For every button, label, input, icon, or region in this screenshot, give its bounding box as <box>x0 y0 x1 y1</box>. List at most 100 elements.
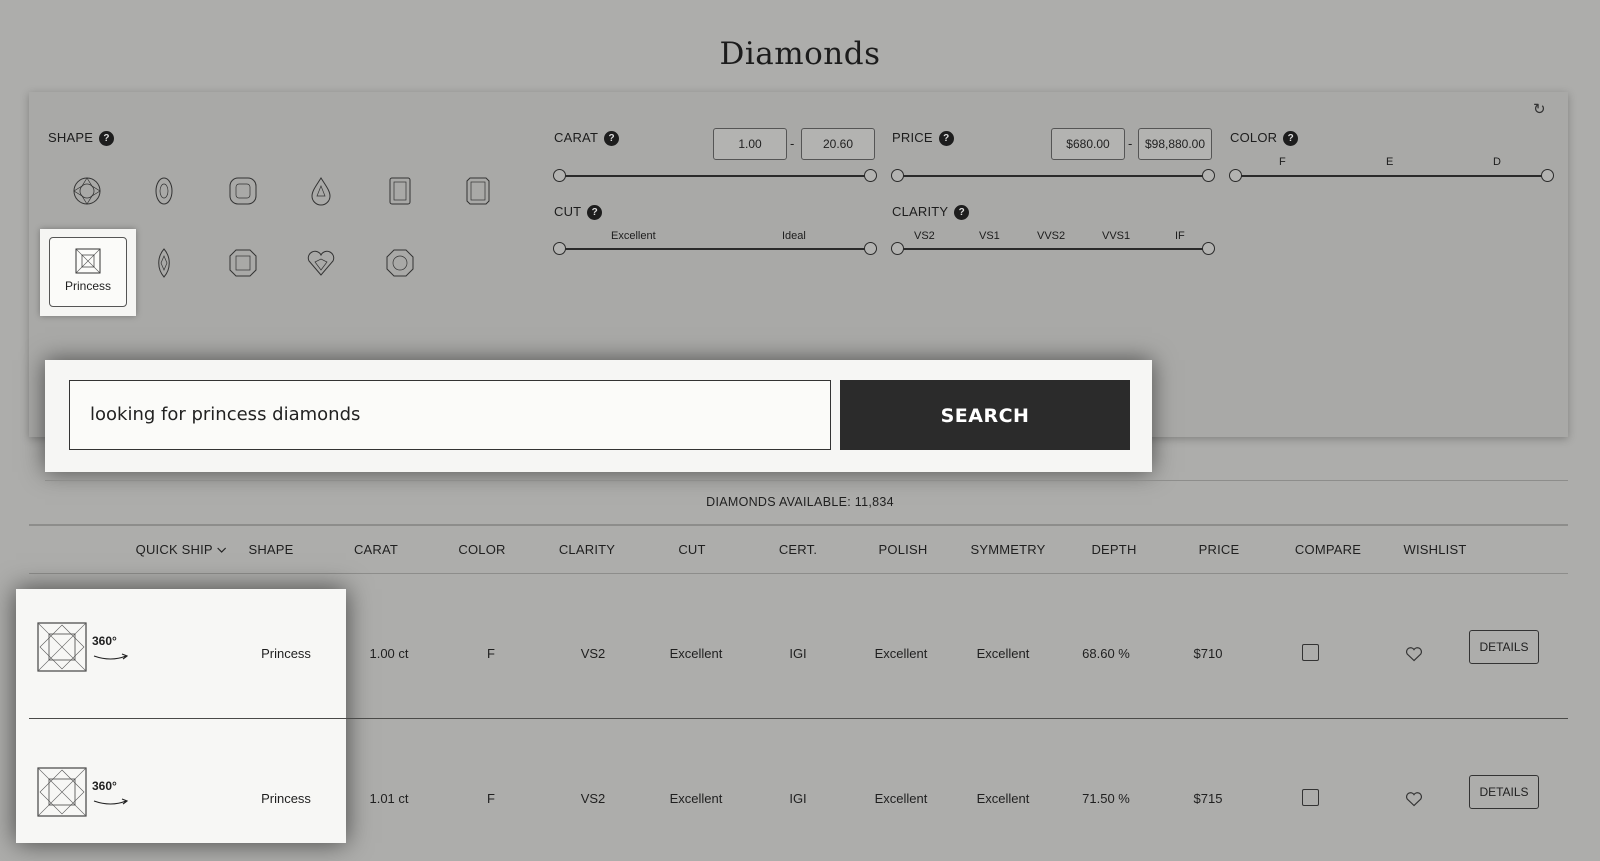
heart-shape-icon[interactable] <box>304 246 338 280</box>
view-360-label: 360° <box>92 779 117 793</box>
color-filter-label: COLOR? <box>1230 130 1299 146</box>
price-range-dash: - <box>1128 136 1133 151</box>
compare-checkbox[interactable] <box>1302 644 1319 661</box>
cut-filter-label: CUT? <box>554 204 603 220</box>
column-header-price[interactable]: PRICE <box>1199 542 1240 557</box>
round-shape-icon[interactable] <box>70 174 104 208</box>
cell-cut: Excellent <box>669 646 723 661</box>
column-header-wishlist: WISHLIST <box>1403 542 1467 557</box>
pear-shape-icon[interactable] <box>304 174 338 208</box>
search-input[interactable]: looking for princess diamonds <box>69 380 831 450</box>
quick-ship-label: QUICK SHIP <box>135 542 213 557</box>
carat-label-text: CARAT <box>554 130 599 145</box>
column-header-symmetry[interactable]: SYMMETRY <box>970 542 1045 557</box>
carat-filter-label: CARAT? <box>554 130 620 146</box>
compare-checkbox[interactable] <box>1302 789 1319 806</box>
color-slider-min-handle[interactable] <box>1229 169 1242 182</box>
details-button[interactable]: DETAILS <box>1469 775 1539 809</box>
princess-shape-icon <box>75 248 101 274</box>
view-360-label: 360° <box>92 634 117 648</box>
price-max-input[interactable]: $98,880.00 <box>1138 128 1212 160</box>
clarity-tick: IF <box>1175 230 1185 242</box>
cell-polish: Excellent <box>874 646 928 661</box>
clarity-tick: VS1 <box>979 230 1000 242</box>
column-header-polish[interactable]: POLISH <box>879 542 928 557</box>
cut-slider-track <box>559 248 871 250</box>
carat-max-input[interactable]: 20.60 <box>801 128 875 160</box>
cell-polish: Excellent <box>874 791 928 806</box>
marquise-shape-icon[interactable] <box>147 246 181 280</box>
price-min-input[interactable]: $680.00 <box>1051 128 1125 160</box>
column-header-clarity[interactable]: CLARITY <box>559 542 615 557</box>
search-button[interactable]: SEARCH <box>840 380 1130 450</box>
table-row[interactable]: 360° Princess 1.01 ct F VS2 Excellent IG… <box>0 719 1600 861</box>
diamonds-available-count: DIAMONDS AVAILABLE: 11,834 <box>706 495 894 509</box>
color-tick: D <box>1493 156 1501 168</box>
color-tick: E <box>1386 156 1394 168</box>
divider <box>29 524 1568 526</box>
clarity-slider-max-handle[interactable] <box>1202 242 1215 255</box>
view-360-icon[interactable]: 360° <box>92 634 130 666</box>
clarity-slider-min-handle[interactable] <box>891 242 904 255</box>
price-slider-min-handle[interactable] <box>891 169 904 182</box>
cell-cert: IGI <box>789 646 807 661</box>
column-header-quick-ship[interactable]: QUICK SHIP <box>136 542 227 557</box>
column-header-depth[interactable]: DEPTH <box>1091 542 1136 557</box>
cut-tick: Ideal <box>782 230 806 242</box>
cell-color: F <box>487 791 495 806</box>
heart-wishlist-icon[interactable] <box>1405 791 1423 807</box>
column-header-carat[interactable]: CARAT <box>354 542 398 557</box>
reset-filters-icon[interactable]: ↻ <box>1533 100 1546 118</box>
help-icon[interactable]: ? <box>99 131 115 146</box>
column-header-color[interactable]: COLOR <box>458 542 505 557</box>
cell-symmetry: Excellent <box>976 646 1030 661</box>
carat-slider-track <box>559 175 871 177</box>
clarity-slider-track <box>897 248 1209 250</box>
diamond-thumbnail-icon <box>37 622 87 672</box>
price-filter-label: PRICE? <box>892 130 954 146</box>
divider <box>45 480 1568 481</box>
carat-min-input[interactable]: 1.00 <box>713 128 787 160</box>
emerald-shape-icon[interactable] <box>383 174 417 208</box>
cell-cut: Excellent <box>669 791 723 806</box>
view-360-icon[interactable]: 360° <box>92 779 130 811</box>
column-header-shape[interactable]: SHAPE <box>248 542 293 557</box>
asscher-shape-icon[interactable] <box>226 246 260 280</box>
rotate-arrow-icon <box>93 653 129 660</box>
carat-slider-min-handle[interactable] <box>553 169 566 182</box>
cushion-shape-icon[interactable] <box>226 174 260 208</box>
cut-slider-min-handle[interactable] <box>553 242 566 255</box>
color-slider-max-handle[interactable] <box>1541 169 1554 182</box>
help-icon[interactable]: ? <box>954 205 970 220</box>
heart-wishlist-icon[interactable] <box>1405 646 1423 662</box>
price-slider-max-handle[interactable] <box>1202 169 1215 182</box>
cell-depth: 68.60 % <box>1082 646 1130 661</box>
column-header-cert[interactable]: CERT. <box>779 542 817 557</box>
cut-slider-max-handle[interactable] <box>864 242 877 255</box>
help-icon[interactable]: ? <box>587 205 603 220</box>
cell-shape: Princess <box>261 791 311 806</box>
old-mine-shape-icon[interactable] <box>383 246 417 280</box>
carat-slider-max-handle[interactable] <box>864 169 877 182</box>
help-icon[interactable]: ? <box>938 131 954 146</box>
cell-depth: 71.50 % <box>1082 791 1130 806</box>
column-header-cut[interactable]: CUT <box>678 542 705 557</box>
help-icon[interactable]: ? <box>604 131 620 146</box>
cell-color: F <box>487 646 495 661</box>
cell-carat: 1.01 ct <box>369 791 409 806</box>
shape-filter-label: SHAPE? <box>48 130 115 146</box>
carat-range-dash: - <box>790 136 795 151</box>
cut-tick: Excellent <box>611 230 656 242</box>
column-header-compare: COMPARE <box>1294 542 1362 557</box>
cell-carat: 1.00 ct <box>369 646 409 661</box>
table-row[interactable]: 360° Princess 1.00 ct F VS2 Excellent IG… <box>0 574 1600 718</box>
color-label-text: COLOR <box>1230 130 1278 145</box>
shape-princess-selected[interactable]: Princess <box>40 229 136 316</box>
oval-shape-icon[interactable] <box>147 174 181 208</box>
clarity-filter-label: CLARITY? <box>892 204 970 220</box>
help-icon[interactable]: ? <box>1283 131 1299 146</box>
diamond-thumbnail-icon <box>37 767 87 817</box>
price-label-text: PRICE <box>892 130 933 145</box>
radiant-shape-icon[interactable] <box>461 174 495 208</box>
details-button[interactable]: DETAILS <box>1469 630 1539 664</box>
